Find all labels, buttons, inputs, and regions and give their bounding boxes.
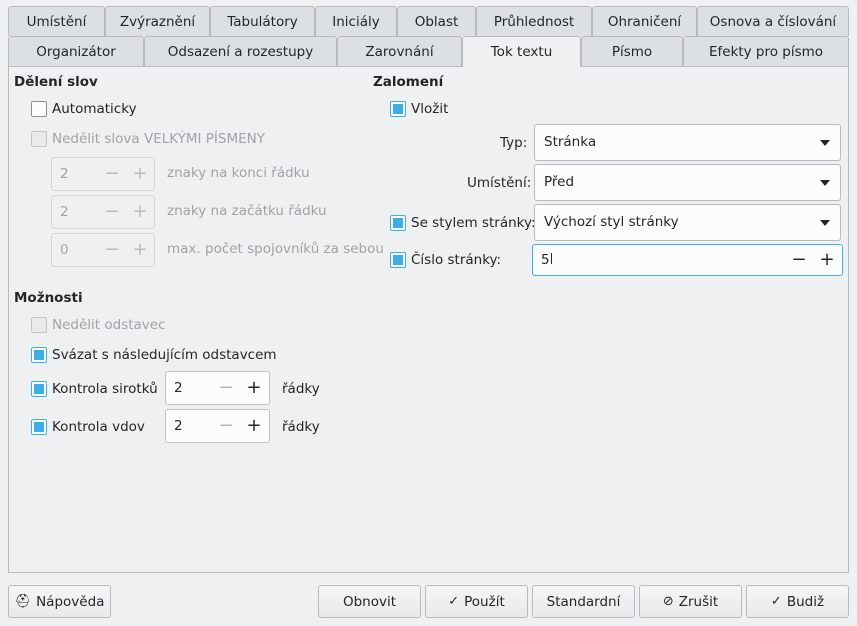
plus-icon[interactable]: + [817, 250, 837, 270]
tab-inicialy[interactable]: Iniciály [315, 6, 397, 36]
tab-efekty[interactable]: Efekty pro písmo [683, 36, 849, 66]
ok-label: Budiž [786, 593, 825, 610]
breaks-title: Zalomení [373, 74, 444, 90]
keep-next-checkbox[interactable] [31, 347, 47, 363]
automatic-checkbox[interactable] [31, 101, 47, 117]
cancel-label: Zrušit [678, 593, 719, 610]
page-style-value: Výchozí styl stránky [544, 214, 679, 230]
max-hyphens-label: max. počet spojovníků za sebou [167, 241, 384, 257]
position-label: Umístění: [467, 175, 532, 191]
automatic-label: Automaticky [52, 101, 137, 117]
tab-zarovnani[interactable]: Zarovnání [337, 36, 462, 66]
page-style-combo[interactable]: Výchozí styl stránky [534, 204, 841, 241]
chevron-down-icon [820, 140, 830, 146]
chevron-down-icon [820, 220, 830, 226]
lifebuoy-icon: ⛑ [14, 594, 32, 609]
plus-icon[interactable]: + [130, 164, 150, 184]
tab-tabulatory[interactable]: Tabulátory [210, 6, 315, 36]
orphan-label: Kontrola sirotků [52, 381, 158, 397]
orphan-value: 2 [174, 380, 183, 396]
minus-icon[interactable]: − [216, 416, 236, 436]
orphan-unit: řádky [282, 381, 320, 397]
minus-icon[interactable]: − [102, 240, 122, 260]
page-number-checkbox[interactable] [390, 252, 406, 268]
help-button[interactable]: ⛑ Nápověda [8, 585, 111, 618]
minus-icon[interactable]: − [102, 202, 122, 222]
tab-tok-textu[interactable]: Tok textu [462, 36, 581, 67]
start-chars-spinbox[interactable]: 2 − + [51, 195, 155, 229]
no-split-checkbox[interactable] [31, 317, 47, 333]
plus-icon[interactable]: + [130, 240, 150, 260]
max-hyphens-spinbox[interactable]: 0 − + [51, 233, 155, 267]
plus-icon[interactable]: + [130, 202, 150, 222]
start-chars-value: 2 [60, 204, 69, 220]
apply-label: Použít [464, 593, 505, 610]
check-icon: ✓ [770, 594, 782, 609]
options-title: Možnosti [14, 290, 83, 306]
minus-icon[interactable]: − [102, 164, 122, 184]
page-number-spinbox[interactable]: 5 − + [532, 244, 843, 276]
insert-label: Vložit [411, 101, 449, 117]
page-number-label: Číslo stránky: [411, 252, 502, 268]
type-combo[interactable]: Stránka [534, 124, 841, 161]
no-caps-label: Nedělit slova VELKÝMI PÍSMENY [52, 131, 266, 147]
tab-umisteni[interactable]: Umístění [8, 6, 105, 36]
tab-organizator[interactable]: Organizátor [8, 36, 144, 66]
hyphenation-title: Dělení slov [14, 74, 98, 90]
standard-label: Standardní [546, 593, 621, 610]
standard-button[interactable]: Standardní [532, 585, 635, 618]
position-value: Před [544, 174, 575, 190]
tab-ohraniceni[interactable]: Ohraničení [592, 6, 697, 36]
plus-icon[interactable]: + [244, 378, 264, 398]
type-value: Stránka [544, 134, 597, 150]
end-chars-label: znaky na konci řádku [167, 165, 310, 181]
widow-label: Kontrola vdov [52, 419, 145, 435]
keep-next-label: Svázat s následujícím odstavcem [52, 347, 277, 363]
cancel-icon: ⊘ [662, 594, 674, 609]
check-icon: ✓ [448, 594, 460, 609]
page-style-checkbox[interactable] [390, 215, 406, 231]
minus-icon[interactable]: − [216, 378, 236, 398]
minus-icon[interactable]: − [789, 250, 809, 270]
widow-checkbox[interactable] [31, 419, 47, 435]
orphan-checkbox[interactable] [31, 381, 47, 397]
plus-icon[interactable]: + [244, 416, 264, 436]
tab-pruhlednost[interactable]: Průhlednost [476, 6, 592, 36]
position-combo[interactable]: Před [534, 164, 841, 201]
page-number-value: 5 [541, 252, 552, 268]
widow-spinbox[interactable]: 2 − + [165, 409, 270, 443]
ok-button[interactable]: ✓ Budiž [746, 585, 849, 618]
tab-zvyrazneni[interactable]: Zvýraznění [105, 6, 210, 36]
start-chars-label: znaky na začátku řádku [167, 203, 327, 219]
insert-checkbox[interactable] [390, 101, 406, 117]
end-chars-value: 2 [60, 166, 69, 182]
no-split-label: Nedělit odstavec [52, 317, 166, 333]
chevron-down-icon [820, 180, 830, 186]
tab-pismo[interactable]: Písmo [581, 36, 683, 66]
type-label: Typ: [500, 135, 528, 151]
no-caps-checkbox[interactable] [31, 131, 47, 147]
end-chars-spinbox[interactable]: 2 − + [51, 157, 155, 191]
tab-oblast[interactable]: Oblast [397, 6, 476, 36]
tab-osnova[interactable]: Osnova a číslování [697, 6, 849, 36]
cancel-button[interactable]: ⊘ Zrušit [639, 585, 742, 618]
tab-odsazeni[interactable]: Odsazení a rozestupy [144, 36, 337, 66]
orphan-spinbox[interactable]: 2 − + [165, 371, 270, 405]
apply-button[interactable]: ✓ Použít [425, 585, 528, 618]
widow-value: 2 [174, 418, 183, 434]
widow-unit: řádky [282, 419, 320, 435]
page-style-label: Se stylem stránky: [411, 215, 536, 231]
max-hyphens-value: 0 [60, 242, 69, 258]
reset-label: Obnovit [342, 593, 397, 610]
help-label: Nápověda [36, 593, 105, 610]
reset-button[interactable]: Obnovit [318, 585, 421, 618]
